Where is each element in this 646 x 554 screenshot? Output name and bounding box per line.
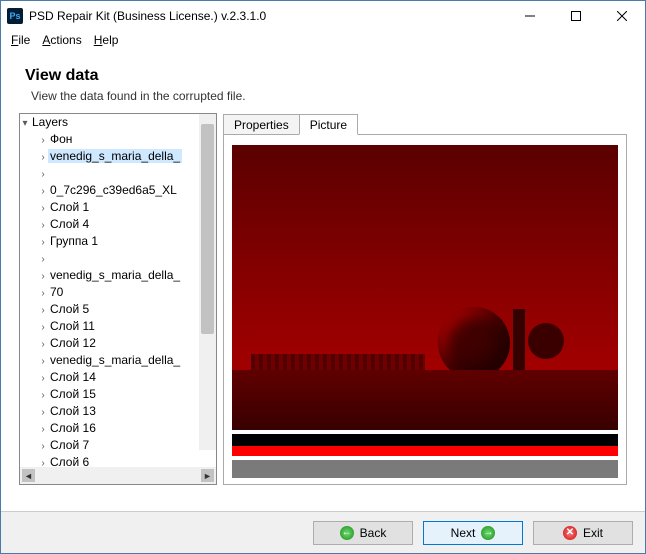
next-label: Next xyxy=(451,526,476,540)
preview-image xyxy=(232,145,618,430)
tree-item[interactable]: ›venedig_s_maria_della_ xyxy=(20,267,216,284)
arrow-left-icon: ← xyxy=(340,526,354,540)
next-button[interactable]: Next → xyxy=(423,521,523,545)
tree-item[interactable]: › xyxy=(20,250,216,267)
close-icon: ✕ xyxy=(563,526,577,540)
back-label: Back xyxy=(360,526,387,540)
tree-item[interactable]: ›Слой 6 xyxy=(20,454,216,467)
page-title: View data xyxy=(25,67,627,85)
tabs: Properties Picture xyxy=(223,113,627,135)
app-icon: Ps xyxy=(7,8,23,24)
scrollbar-thumb[interactable] xyxy=(201,124,214,334)
window-title: PSD Repair Kit (Business License.) v.2.3… xyxy=(29,9,266,23)
tree-item[interactable]: ›Слой 4 xyxy=(20,216,216,233)
tree-item[interactable]: ›Слой 11 xyxy=(20,318,216,335)
menu-help[interactable]: Help xyxy=(90,31,123,49)
tree-item[interactable]: ›Группа 1 xyxy=(20,233,216,250)
menu-actions[interactable]: Actions xyxy=(38,31,85,49)
tab-properties[interactable]: Properties xyxy=(223,114,300,135)
tree-item[interactable]: ›Фон xyxy=(20,131,216,148)
tree-item[interactable]: ›Слой 14 xyxy=(20,369,216,386)
tab-picture[interactable]: Picture xyxy=(299,114,358,135)
tree-item[interactable]: ›Слой 12 xyxy=(20,335,216,352)
tree-item[interactable]: ›Слой 7 xyxy=(20,437,216,454)
tree-item[interactable]: ›Слой 5 xyxy=(20,301,216,318)
layers-tree[interactable]: ▾Layers›Фон›venedig_s_maria_della_››0_7c… xyxy=(19,113,217,485)
scroll-right-icon[interactable]: ► xyxy=(201,469,214,482)
exit-button[interactable]: ✕ Exit xyxy=(533,521,633,545)
maximize-button[interactable] xyxy=(553,1,599,31)
close-button[interactable] xyxy=(599,1,645,31)
tree-root[interactable]: ▾Layers xyxy=(20,114,216,131)
tree-item[interactable]: ›0_7c296_c39ed6a5_XL xyxy=(20,182,216,199)
preview-band-1 xyxy=(232,434,618,456)
minimize-button[interactable] xyxy=(507,1,553,31)
tree-scrollbar-vertical[interactable] xyxy=(199,114,216,450)
menubar: File Actions Help xyxy=(1,31,645,51)
picture-preview xyxy=(232,145,618,478)
titlebar: Ps PSD Repair Kit (Business License.) v.… xyxy=(1,1,645,31)
tree-item[interactable]: ›venedig_s_maria_della_ xyxy=(20,352,216,369)
back-button[interactable]: ← Back xyxy=(313,521,413,545)
tree-item[interactable]: ›Слой 15 xyxy=(20,386,216,403)
tree-item[interactable]: ›Слой 13 xyxy=(20,403,216,420)
tab-panel xyxy=(223,134,627,485)
footer: ← Back Next → ✕ Exit xyxy=(1,511,645,553)
page-subtitle: View the data found in the corrupted fil… xyxy=(31,89,627,103)
tree-item[interactable]: ›Слой 1 xyxy=(20,199,216,216)
preview-band-2 xyxy=(232,460,618,478)
tree-item[interactable]: ›70 xyxy=(20,284,216,301)
exit-label: Exit xyxy=(583,526,603,540)
arrow-right-icon: → xyxy=(481,526,495,540)
tree-item[interactable]: ›Слой 16 xyxy=(20,420,216,437)
scroll-left-icon[interactable]: ◄ xyxy=(22,469,35,482)
tree-item[interactable]: › xyxy=(20,165,216,182)
tree-item[interactable]: ›venedig_s_maria_della_ xyxy=(20,148,216,165)
tree-scrollbar-horizontal[interactable]: ◄ ► xyxy=(20,467,216,484)
menu-file[interactable]: File xyxy=(7,31,34,49)
